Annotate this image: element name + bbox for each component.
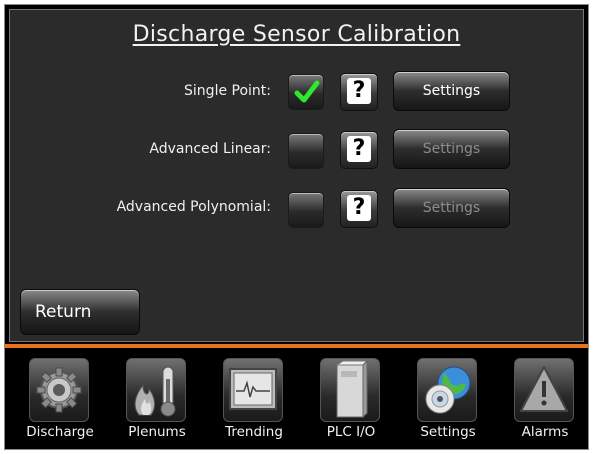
nav-alarms[interactable]: Alarms — [504, 356, 586, 446]
advanced-linear-label: Advanced Linear: — [149, 141, 271, 157]
advanced-linear-checkbox[interactable] — [288, 133, 324, 169]
checkmark-icon — [294, 80, 320, 103]
single-point-label: Single Point: — [184, 83, 271, 99]
page-title: Discharge Sensor Calibration — [132, 22, 461, 47]
globe-cd-icon — [417, 358, 477, 422]
nav-settings[interactable]: Settings — [407, 356, 489, 446]
return-button[interactable]: Return — [20, 289, 140, 335]
advanced-polynomial-help-button[interactable]: ? — [340, 190, 378, 228]
advanced-linear-settings-button[interactable]: Settings — [393, 129, 510, 169]
nav-label: Trending — [225, 424, 283, 440]
nav-trending[interactable]: Trending — [213, 356, 295, 446]
advanced-polynomial-label: Advanced Polynomial: — [116, 199, 271, 215]
nav-label: Plenums — [128, 424, 186, 440]
advanced-polynomial-checkbox[interactable] — [288, 192, 324, 228]
single-point-help-button[interactable]: ? — [340, 73, 378, 111]
single-point-checkbox[interactable] — [288, 74, 324, 110]
nav-plenums[interactable]: Plenums — [116, 356, 198, 446]
calibration-panel: Discharge Sensor Calibration Single Poin… — [9, 9, 584, 342]
gear-icon — [29, 358, 89, 422]
nav-label: PLC I/O — [326, 424, 376, 440]
bottom-nav: Discharge Plenums Trending PLC I/O Setti… — [5, 350, 588, 449]
help-icon: ? — [347, 195, 371, 221]
help-icon: ? — [347, 78, 371, 104]
nav-plc-io[interactable]: PLC I/O — [310, 356, 392, 446]
accent-divider — [5, 344, 588, 348]
nav-discharge[interactable]: Discharge — [19, 356, 101, 446]
flame-thermometer-icon — [126, 358, 186, 422]
help-icon: ? — [347, 136, 371, 162]
nav-label: Discharge — [26, 424, 94, 440]
plc-module-icon — [320, 358, 380, 422]
single-point-settings-button[interactable]: Settings — [393, 71, 510, 111]
app-frame: Discharge Sensor Calibration Single Poin… — [4, 4, 589, 450]
advanced-polynomial-settings-button[interactable]: Settings — [393, 188, 510, 228]
nav-label: Settings — [420, 424, 476, 440]
warning-icon — [514, 358, 574, 422]
nav-label: Alarms — [521, 424, 569, 440]
advanced-linear-help-button[interactable]: ? — [340, 131, 378, 169]
trend-graph-icon — [223, 358, 283, 422]
